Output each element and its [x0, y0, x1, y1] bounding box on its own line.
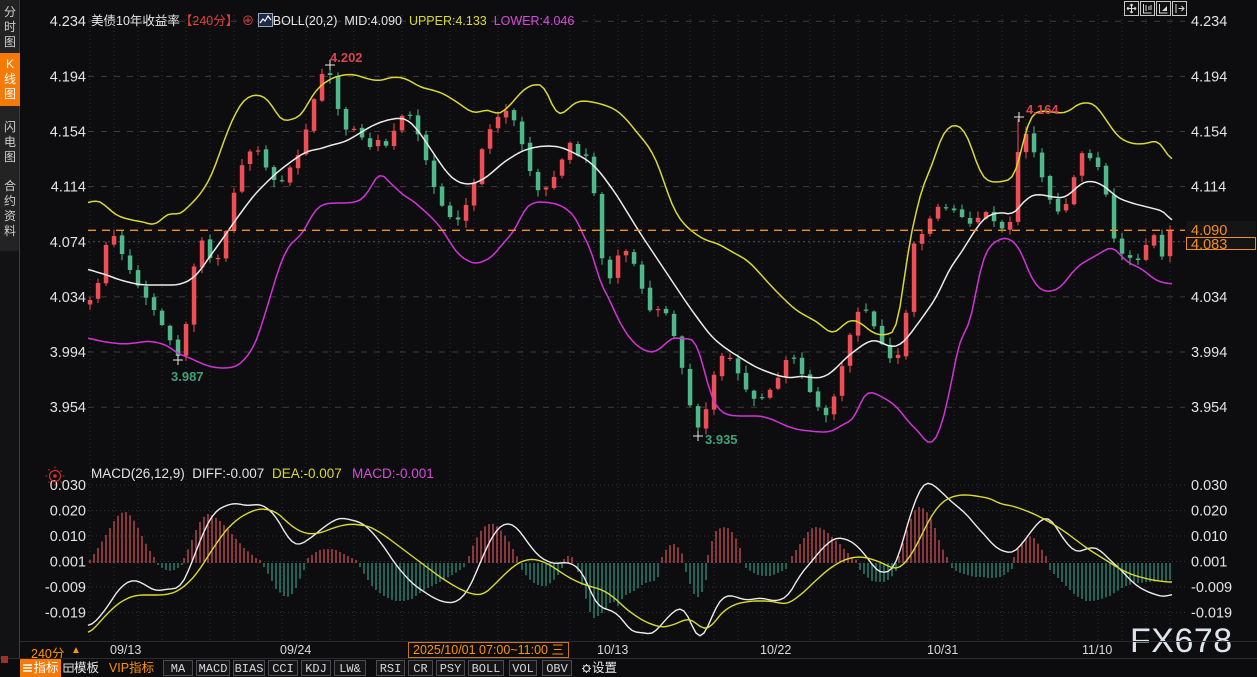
svg-text:0.001: 0.001	[1191, 555, 1227, 571]
svg-text:0.030: 0.030	[1191, 478, 1227, 494]
svg-text:-0.009: -0.009	[1191, 580, 1232, 596]
svg-text:3.954: 3.954	[1191, 400, 1227, 416]
svg-text:DEA:-0.007: DEA:-0.007	[272, 466, 342, 481]
svg-text:4.194: 4.194	[50, 69, 86, 85]
svg-text:0.030: 0.030	[50, 478, 86, 494]
svg-text:0.001: 0.001	[50, 555, 86, 571]
svg-text:3.954: 3.954	[50, 400, 86, 416]
svg-text:3.987: 3.987	[171, 369, 204, 384]
svg-text:-0.009: -0.009	[45, 580, 86, 596]
svg-text:4.114: 4.114	[1191, 180, 1226, 196]
svg-text:3.935: 3.935	[705, 432, 738, 447]
svg-text:4.083: 4.083	[1191, 237, 1227, 253]
svg-text:4.034: 4.034	[50, 290, 86, 306]
svg-text:MACD(26,12,9) DIFF:-0.007: MACD(26,12,9) DIFF:-0.007	[91, 466, 264, 481]
svg-text:4.154: 4.154	[1191, 125, 1227, 141]
svg-text:4.202: 4.202	[330, 50, 363, 65]
svg-text:4.164: 4.164	[1026, 102, 1059, 117]
svg-text:4.114: 4.114	[51, 180, 86, 196]
svg-text:MACD:-0.001: MACD:-0.001	[352, 466, 434, 481]
svg-text:0.020: 0.020	[50, 504, 86, 520]
svg-text:-0.019: -0.019	[45, 606, 86, 622]
svg-text:0.010: 0.010	[1191, 529, 1227, 545]
svg-text:4.154: 4.154	[50, 125, 86, 141]
svg-text:3.994: 3.994	[50, 345, 86, 361]
svg-text:4.074: 4.074	[50, 235, 86, 251]
svg-text:4.034: 4.034	[1191, 290, 1227, 306]
svg-text:-0.019: -0.019	[1191, 606, 1232, 622]
svg-text:3.994: 3.994	[1191, 345, 1227, 361]
svg-text:0.010: 0.010	[50, 529, 86, 545]
svg-text:4.234: 4.234	[50, 14, 86, 30]
svg-text:4.194: 4.194	[1191, 69, 1227, 85]
svg-text:4.234: 4.234	[1191, 14, 1227, 30]
svg-text:0.020: 0.020	[1191, 504, 1227, 520]
